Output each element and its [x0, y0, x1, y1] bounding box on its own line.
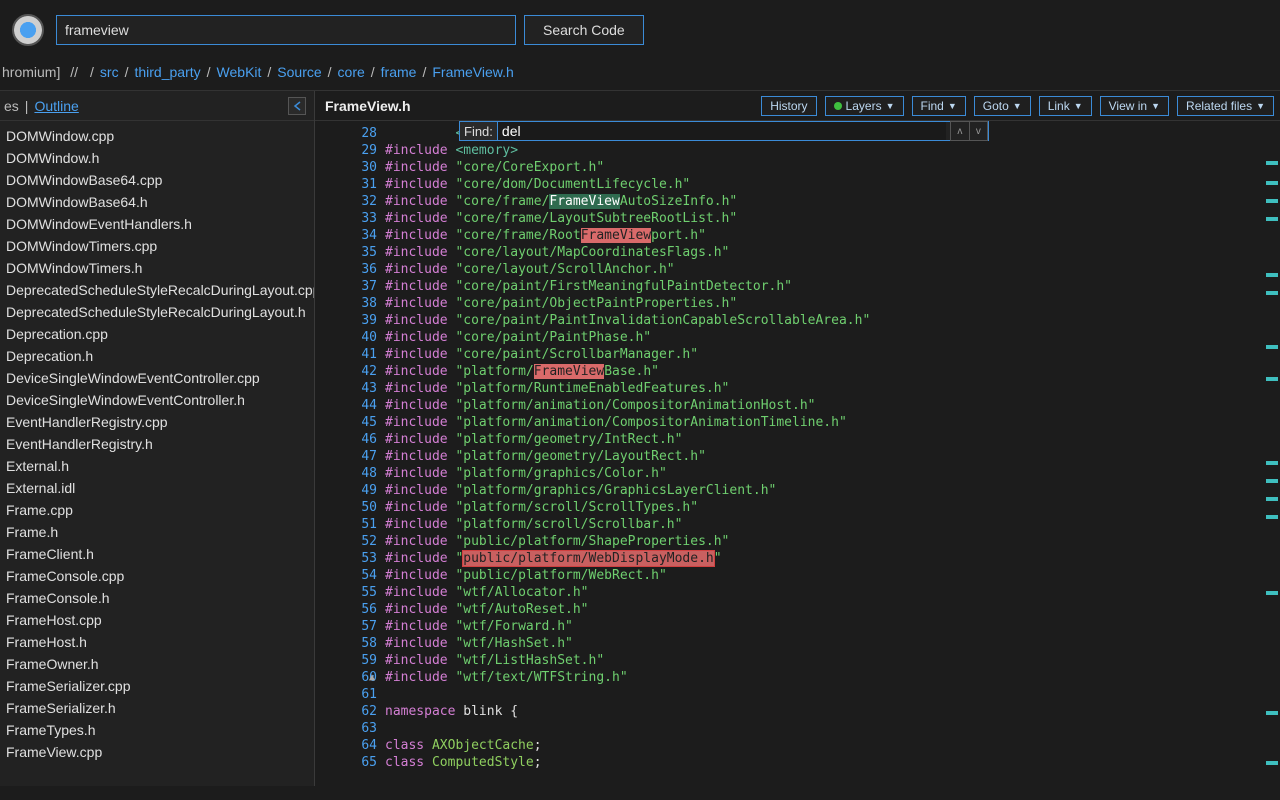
file-item[interactable]: DeprecatedScheduleStyleRecalcDuringLayou…: [0, 279, 314, 301]
find-bar: Find: ʌ v: [459, 121, 989, 141]
file-item[interactable]: DOMWindowBase64.h: [0, 191, 314, 213]
file-item[interactable]: FrameHost.h: [0, 631, 314, 653]
breadcrumb-part[interactable]: core: [338, 64, 365, 80]
file-item[interactable]: DeprecatedScheduleStyleRecalcDuringLayou…: [0, 301, 314, 323]
minimap-marker[interactable]: [1266, 345, 1278, 349]
file-item[interactable]: Deprecation.cpp: [0, 323, 314, 345]
minimap-marker[interactable]: [1266, 377, 1278, 381]
file-item[interactable]: Frame.cpp: [0, 499, 314, 521]
minimap-marker[interactable]: [1266, 761, 1278, 765]
file-item[interactable]: FrameOwner.h: [0, 653, 314, 675]
file-item[interactable]: FrameTypes.h: [0, 719, 314, 741]
file-item[interactable]: FrameHost.cpp: [0, 609, 314, 631]
breadcrumb-part[interactable]: third_party: [134, 64, 200, 80]
file-item[interactable]: DOMWindow.cpp: [0, 125, 314, 147]
file-item[interactable]: FrameSerializer.cpp: [0, 675, 314, 697]
find-next-button[interactable]: v: [969, 122, 987, 140]
file-item[interactable]: EventHandlerRegistry.h: [0, 433, 314, 455]
file-item[interactable]: FrameClient.h: [0, 543, 314, 565]
goto-button[interactable]: Goto▼: [974, 96, 1031, 116]
sidebar-tab-outline[interactable]: Outline: [34, 98, 78, 114]
find-label: Find:: [460, 122, 498, 140]
line-gutter: 2829303132333435363738394041424344454647…: [315, 121, 385, 786]
file-item[interactable]: DOMWindowTimers.cpp: [0, 235, 314, 257]
breadcrumb: hromium] ///src/third_party/WebKit/Sourc…: [0, 60, 1280, 90]
file-list: DOMWindow.cppDOMWindow.hDOMWindowBase64.…: [0, 121, 314, 786]
minimap-marker[interactable]: [1266, 461, 1278, 465]
minimap-marker[interactable]: [1266, 291, 1278, 295]
minimap-marker[interactable]: [1266, 515, 1278, 519]
file-item[interactable]: FrameView.cpp: [0, 741, 314, 763]
find-nav: ʌ v: [950, 121, 988, 141]
file-item[interactable]: Frame.h: [0, 521, 314, 543]
search-code-button[interactable]: Search Code: [524, 15, 644, 45]
collapse-panel-icon[interactable]: [288, 97, 306, 115]
related-files-button[interactable]: Related files▼: [1177, 96, 1274, 116]
minimap-marker[interactable]: [1266, 479, 1278, 483]
file-item[interactable]: Deprecation.h: [0, 345, 314, 367]
sidebar-header: es | Outline: [0, 91, 314, 121]
file-item[interactable]: FrameConsole.cpp: [0, 565, 314, 587]
file-item[interactable]: DeviceSingleWindowEventController.h: [0, 389, 314, 411]
layers-button[interactable]: Layers▼: [825, 96, 904, 116]
file-item[interactable]: External.idl: [0, 477, 314, 499]
minimap[interactable]: [1264, 121, 1280, 786]
status-dot-icon: [834, 102, 842, 110]
minimap-marker[interactable]: [1266, 273, 1278, 277]
minimap-marker[interactable]: [1266, 217, 1278, 221]
search-input[interactable]: [56, 15, 516, 45]
file-item[interactable]: External.h: [0, 455, 314, 477]
top-bar: Search Code: [0, 0, 1280, 60]
minimap-marker[interactable]: [1266, 591, 1278, 595]
find-input[interactable]: [498, 122, 946, 140]
file-item[interactable]: DOMWindowBase64.cpp: [0, 169, 314, 191]
minimap-marker[interactable]: [1266, 199, 1278, 203]
file-item[interactable]: EventHandlerRegistry.cpp: [0, 411, 314, 433]
file-item[interactable]: FrameConsole.h: [0, 587, 314, 609]
breadcrumb-part[interactable]: src: [100, 64, 119, 80]
minimap-marker[interactable]: [1266, 181, 1278, 185]
code-area: 2829303132333435363738394041424344454647…: [315, 121, 1280, 786]
file-item[interactable]: DOMWindowEventHandlers.h: [0, 213, 314, 235]
minimap-marker[interactable]: [1266, 711, 1278, 715]
breadcrumb-part[interactable]: Source: [277, 64, 321, 80]
code-panel: FrameView.h History Layers▼ Find▼ Goto▼ …: [315, 91, 1280, 786]
chromium-icon: [12, 14, 44, 46]
file-item[interactable]: DOMWindow.h: [0, 147, 314, 169]
sidebar-tab-files[interactable]: es: [4, 98, 19, 114]
file-item[interactable]: FrameSerializer.h: [0, 697, 314, 719]
file-item[interactable]: DeviceSingleWindowEventController.cpp: [0, 367, 314, 389]
file-title: FrameView.h: [325, 98, 411, 114]
breadcrumb-part[interactable]: frame: [381, 64, 417, 80]
code-content[interactable]: <memory>#include <memory>#include "core/…: [385, 121, 1280, 786]
breadcrumb-part[interactable]: WebKit: [217, 64, 262, 80]
sidebar: es | Outline DOMWindow.cppDOMWindow.hDOM…: [0, 91, 315, 786]
view-in-button[interactable]: View in▼: [1100, 96, 1169, 116]
history-button[interactable]: History: [761, 96, 816, 116]
breadcrumb-root: hromium]: [2, 64, 60, 80]
minimap-marker[interactable]: [1266, 161, 1278, 165]
chromium-logo[interactable]: [8, 10, 48, 50]
main-area: es | Outline DOMWindow.cppDOMWindow.hDOM…: [0, 90, 1280, 786]
file-item[interactable]: DOMWindowTimers.h: [0, 257, 314, 279]
breadcrumb-part[interactable]: FrameView.h: [432, 64, 513, 80]
minimap-marker[interactable]: [1266, 497, 1278, 501]
link-button[interactable]: Link▼: [1039, 96, 1092, 116]
find-prev-button[interactable]: ʌ: [951, 122, 969, 140]
code-header: FrameView.h History Layers▼ Find▼ Goto▼ …: [315, 91, 1280, 121]
find-button[interactable]: Find▼: [912, 96, 966, 116]
